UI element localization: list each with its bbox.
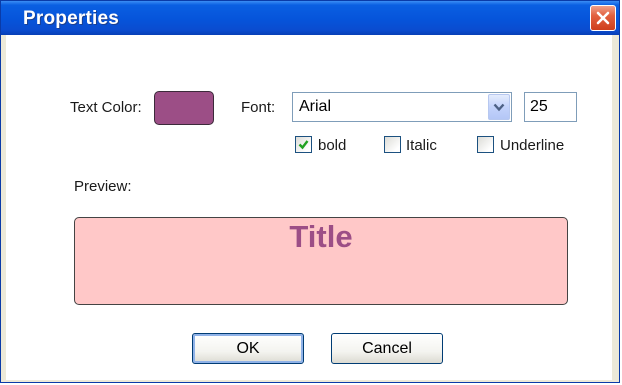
bold-label: bold [318,137,347,154]
title-bar[interactable]: Properties [1,1,619,35]
preview-label: Preview: [74,178,132,195]
chevron-down-icon [493,103,505,112]
italic-checkbox[interactable] [384,136,401,153]
dialog-body: Text Color: Font: Arial bold Italic Unde… [6,35,612,380]
ok-button[interactable]: OK [192,333,304,364]
bold-checkbox[interactable] [295,136,312,153]
font-select[interactable]: Arial [292,92,512,122]
checkmark-icon [298,140,309,150]
preview-text: Title [289,219,353,254]
window-title: Properties [23,8,119,29]
font-select-dropdown-button[interactable] [488,94,510,120]
text-color-swatch[interactable] [154,91,214,125]
close-icon [596,11,610,25]
preview-panel: Title [74,217,568,305]
close-button[interactable] [590,5,616,31]
font-select-value: Arial [299,98,332,115]
underline-label: Underline [500,137,565,154]
font-label: Font: [241,99,276,116]
cancel-button[interactable]: Cancel [331,333,443,364]
text-color-label: Text Color: [70,99,142,116]
underline-checkbox[interactable] [477,136,494,153]
properties-dialog: Properties Text Color: Font: Arial bold [0,0,620,383]
italic-label: Italic [406,137,437,154]
font-size-input[interactable] [524,92,577,122]
